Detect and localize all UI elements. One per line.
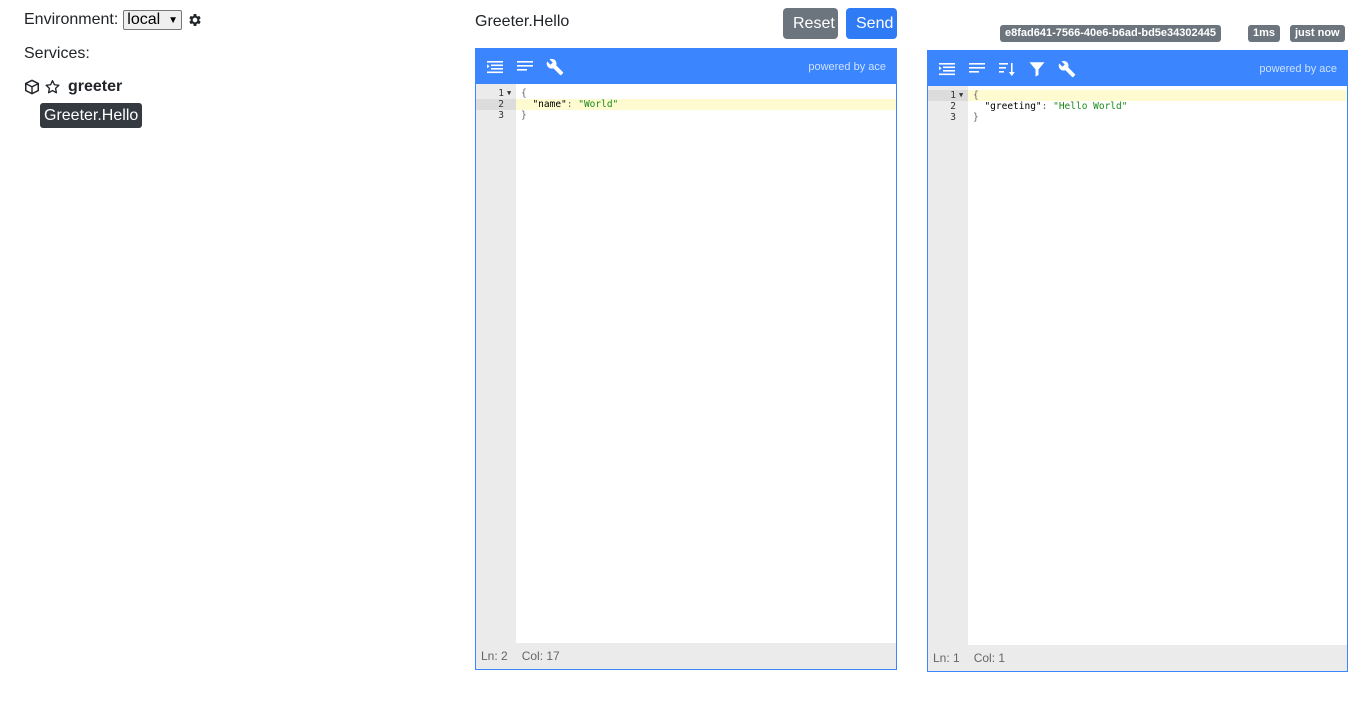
filter-icon[interactable] [1026,58,1048,80]
response-editor-body[interactable]: 1 ▼ { 2 "greeting": "Hello World" 3 } [928,86,1347,646]
cursor-column: Col: 17 [521,649,560,663]
line-number: 3 [950,112,956,123]
star-outline-icon[interactable] [44,79,61,95]
json-key: "name" [532,99,567,110]
fold-arrow-icon[interactable]: ▼ [959,90,963,101]
align-icon[interactable] [514,56,536,78]
gear-icon[interactable] [187,12,203,28]
json-string-value: "Hello World" [1053,101,1128,112]
code-text: { [973,90,979,101]
align-icon[interactable] [966,58,988,80]
environment-row: Environment: local ▼ [24,9,203,31]
code-text: } [973,112,979,123]
json-key: "greeting" [984,101,1042,112]
code-line: 3 } [928,112,1347,123]
code-line-active: 1 ▼ { [928,90,1347,101]
code-line: 1 ▼ { [476,88,896,99]
code-line-active: 2 "name": "World" [476,99,896,110]
environment-label: Environment: [24,11,119,28]
line-number: 2 [950,101,956,112]
request-statusbar: Ln: 2 Col: 17 [476,643,896,669]
response-editor-toolbar: powered by ace [928,51,1347,86]
code-text: { [521,88,527,99]
line-number: 1 [950,90,956,101]
wrench-icon[interactable] [544,56,566,78]
request-editor[interactable]: powered by ace 1 ▼ { 2 "name": "World" 3… [475,48,897,670]
line-gutter [476,84,516,644]
cube-icon [24,79,40,95]
indent-icon[interactable] [484,56,506,78]
request-id-badge: e8fad641-7566-40e6-b6ad-bd5e34302445 [1000,25,1221,42]
environment-select[interactable]: local ▼ [123,10,183,30]
fold-arrow-icon[interactable]: ▼ [507,88,511,99]
indent-icon[interactable] [936,58,958,80]
dropdown-arrow-icon: ▼ [168,14,179,26]
cursor-line: Ln: 2 [481,649,508,663]
line-number: 2 [498,99,504,110]
code-line: 3 } [476,110,896,121]
service-name: greeter [68,78,123,95]
code-text: } [521,110,527,121]
services-label: Services: [24,45,90,62]
powered-by-label[interactable]: powered by ace [808,61,886,73]
request-editor-body[interactable]: 1 ▼ { 2 "name": "World" 3 } [476,84,896,644]
cursor-column: Col: 1 [973,651,1006,665]
environment-select-value: local [127,11,161,28]
response-editor[interactable]: powered by ace 1 ▼ { 2 "greeting": "Hell… [927,50,1348,672]
json-string-value: "World" [578,99,619,110]
powered-by-label[interactable]: powered by ace [1259,63,1337,75]
line-number: 1 [498,88,504,99]
code-line: 2 "greeting": "Hello World" [928,101,1347,112]
line-number: 3 [498,110,504,121]
sort-icon[interactable] [996,58,1018,80]
line-gutter [928,86,968,646]
reset-button[interactable]: Reset [783,8,838,39]
timestamp-badge: just now [1290,25,1345,42]
request-editor-toolbar: powered by ace [476,49,896,84]
send-button[interactable]: Send [846,8,897,39]
service-item-greeter[interactable]: greeter [24,77,122,97]
cursor-line: Ln: 1 [933,651,960,665]
wrench-icon[interactable] [1056,58,1078,80]
method-item-greeter-hello[interactable]: Greeter.Hello [40,103,143,128]
method-title: Greeter.Hello [475,13,570,30]
response-statusbar: Ln: 1 Col: 1 [928,645,1347,671]
duration-badge: 1ms [1248,25,1281,42]
